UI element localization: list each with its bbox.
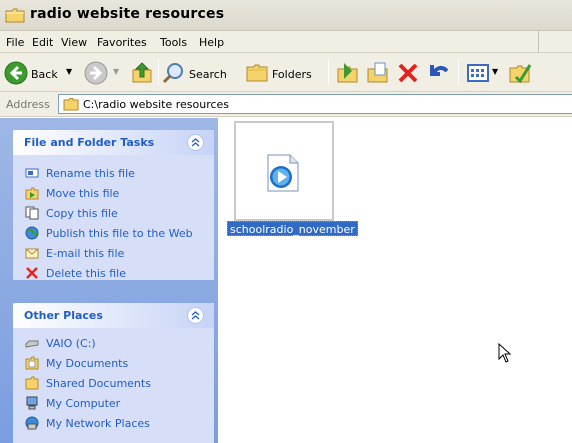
publish-web-icon (25, 226, 39, 240)
panel-title: File and Folder Tasks (24, 136, 155, 149)
toolbar-separator (328, 59, 329, 85)
address-field[interactable]: C:\radio website resources (58, 94, 572, 114)
forward-icon (84, 61, 108, 85)
task-label: Move this file (46, 187, 120, 200)
menu-view[interactable]: View (61, 36, 87, 49)
views-icon (467, 64, 489, 82)
file-folder-tasks-panel: File and Folder Tasks Rename this file M… (13, 130, 214, 280)
task-pane: File and Folder Tasks Rename this file M… (0, 118, 218, 443)
toolbar-separator (458, 59, 459, 85)
media-file-icon (267, 154, 299, 192)
copy-to-icon[interactable] (366, 61, 390, 85)
undo-icon[interactable] (426, 61, 450, 85)
folder-icon (63, 98, 79, 111)
menu-file[interactable]: File (6, 36, 24, 49)
place-label: Shared Documents (46, 377, 151, 390)
menu-tools[interactable]: Tools (160, 36, 187, 49)
collapse-button[interactable] (187, 307, 204, 324)
move-icon (25, 187, 39, 200)
folders-button[interactable]: Folders (245, 61, 325, 85)
delete-icon (26, 267, 38, 279)
up-folder-icon[interactable] (130, 61, 154, 85)
folder-options-icon[interactable] (508, 61, 532, 85)
views-button[interactable]: ▼ (466, 61, 502, 85)
panel-header[interactable]: File and Folder Tasks (13, 130, 214, 155)
address-label: Address (6, 98, 50, 111)
my-computer-icon (26, 396, 38, 410)
menu-favorites[interactable]: Favorites (97, 36, 147, 49)
menu-help[interactable]: Help (199, 36, 224, 49)
delete-icon[interactable] (396, 61, 420, 85)
views-dropdown-icon[interactable]: ▼ (492, 67, 498, 76)
folders-label: Folders (272, 68, 312, 81)
task-label: Rename this file (46, 167, 135, 180)
search-button[interactable]: Search (162, 61, 242, 85)
place-label: My Computer (46, 397, 121, 410)
chevron-up-icon (191, 138, 200, 147)
back-button[interactable]: Back ▼ (4, 61, 78, 85)
file-view[interactable]: schoolradio_november (218, 118, 572, 443)
panel-header[interactable]: Other Places (13, 303, 214, 328)
file-name[interactable]: schoolradio_november (227, 221, 358, 236)
folders-icon (246, 64, 268, 82)
task-label: E-mail this file (46, 247, 125, 260)
chevron-up-icon (191, 311, 200, 320)
folder-icon (5, 8, 25, 23)
my-documents-icon (25, 356, 39, 370)
toolbar-separator (158, 59, 159, 85)
other-places-panel: Other Places VAIO (C:) My Documents Shar (13, 303, 214, 443)
place-label: VAIO (C:) (46, 337, 96, 350)
forward-button[interactable]: ▼ (84, 61, 124, 85)
back-icon (4, 61, 28, 85)
menu-edit[interactable]: Edit (32, 36, 53, 49)
drive-icon (25, 340, 39, 348)
copy-icon (25, 206, 39, 220)
search-icon (162, 63, 183, 84)
task-label: Copy this file (46, 207, 118, 220)
shared-folder-icon (25, 376, 39, 390)
rename-icon (25, 168, 39, 178)
toolbar: Back ▼ ▼ Search Folders ▼ (0, 53, 572, 92)
place-label: My Network Places (46, 417, 150, 430)
network-places-icon (25, 416, 39, 430)
address-bar: Address C:\radio website resources (0, 92, 572, 117)
search-label: Search (189, 68, 227, 81)
task-label: Delete this file (46, 267, 126, 280)
panel-title: Other Places (24, 309, 103, 322)
back-dropdown-icon[interactable]: ▼ (66, 67, 72, 76)
address-path: C:\radio website resources (83, 98, 230, 111)
mouse-cursor-icon (498, 343, 512, 363)
menu-bar: File Edit View Favorites Tools Help (0, 31, 572, 53)
back-label: Back (31, 68, 58, 81)
forward-dropdown-icon[interactable]: ▼ (113, 67, 119, 76)
window-title: radio website resources (30, 6, 225, 22)
collapse-button[interactable] (187, 134, 204, 151)
file-item[interactable] (234, 121, 334, 221)
task-label: Publish this file to the Web (46, 227, 193, 240)
place-label: My Documents (46, 357, 129, 370)
title-bar: radio website resources (0, 0, 572, 31)
move-to-icon[interactable] (336, 61, 360, 85)
email-icon (25, 248, 39, 259)
menu-separator (538, 31, 539, 53)
